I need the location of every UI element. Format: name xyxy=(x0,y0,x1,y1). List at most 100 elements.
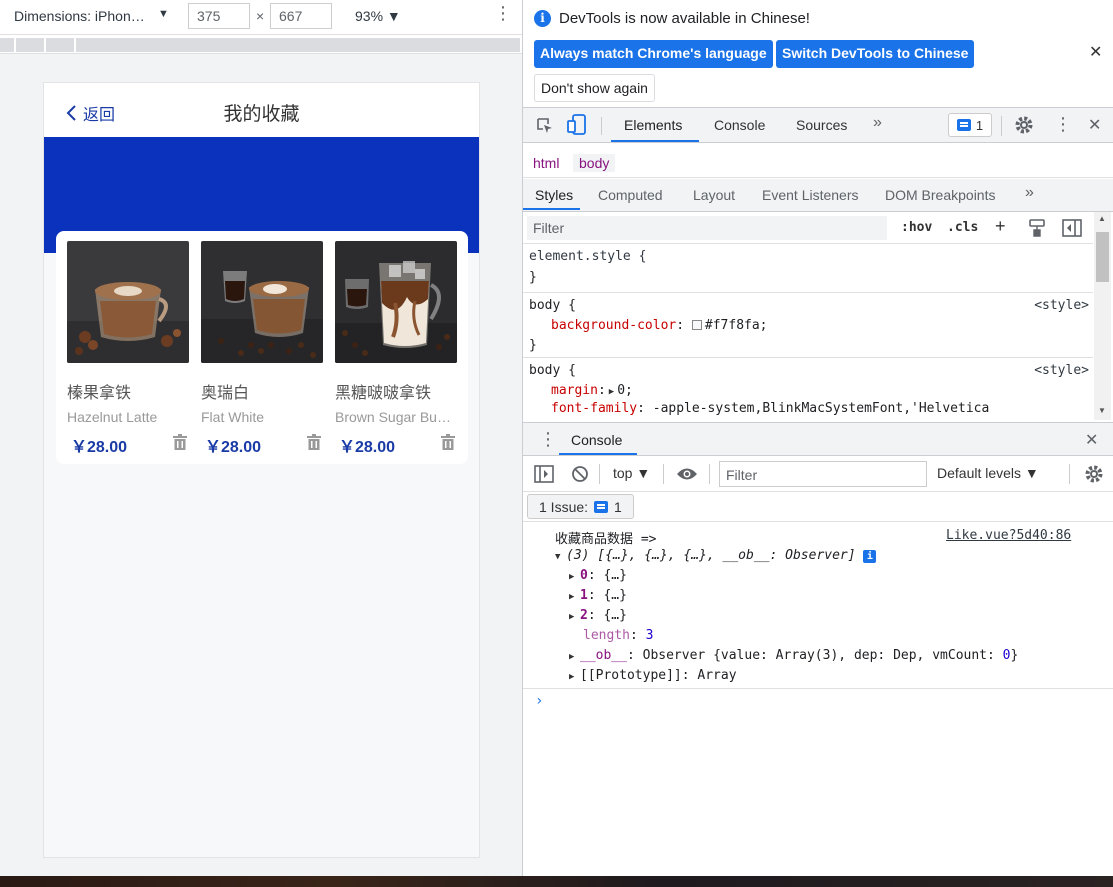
breadcrumb: html body xyxy=(523,148,1113,178)
array-item-row[interactable]: ▶ 0: {…} xyxy=(569,568,627,583)
eye-icon[interactable] xyxy=(676,466,698,482)
length-key: length xyxy=(583,628,630,643)
close-devtools-icon[interactable]: ✕ xyxy=(1088,115,1101,135)
tab-computed[interactable]: Computed xyxy=(598,187,663,203)
drawer-tab-console[interactable]: Console xyxy=(571,432,622,448)
console-settings-icon[interactable] xyxy=(1084,464,1104,484)
css-declaration[interactable]: background-color: #f7f8fa; xyxy=(551,318,768,333)
rule-selector: body { xyxy=(529,298,576,313)
log-array-row[interactable]: ▼ (3) [{…}, {…}, {…}, __ob__: Observer] i xyxy=(555,548,877,563)
hover-state-toggle[interactable]: :hov xyxy=(901,220,932,235)
css-property: background-color xyxy=(551,318,677,333)
gear-icon[interactable] xyxy=(1014,115,1034,135)
issues-badge[interactable]: 1 xyxy=(948,113,992,137)
chevron-down-icon[interactable]: ▼ xyxy=(158,8,169,20)
toolbar-divider xyxy=(601,117,602,135)
language-infobar: i DevTools is now available in Chinese! … xyxy=(523,0,1113,107)
log-levels-select[interactable]: Default levels ▼ xyxy=(937,465,1039,481)
more-tabs-icon[interactable]: » xyxy=(873,114,882,132)
element-style-rule[interactable]: element.style { } xyxy=(523,244,1093,293)
css-declaration[interactable]: margin: ▶ 0; xyxy=(551,383,633,398)
scroll-up-icon[interactable]: ▲ xyxy=(1098,214,1106,223)
breadcrumb-body[interactable]: body xyxy=(573,154,616,172)
close-drawer-icon[interactable]: ✕ xyxy=(1085,430,1098,450)
class-toggle[interactable]: .cls xyxy=(947,220,978,235)
more-options-icon[interactable]: ⋮ xyxy=(1054,114,1072,135)
styles-filter-input[interactable]: Filter xyxy=(527,216,887,240)
tab-dom-breakpoints[interactable]: DOM Breakpoints xyxy=(885,187,995,203)
tab-elements[interactable]: Elements xyxy=(624,117,682,133)
css-value: -apple-system,BlinkMacSystemFont,'Helvet… xyxy=(652,401,990,416)
tab-console[interactable]: Console xyxy=(714,117,765,133)
more-options-icon[interactable]: ⋮ xyxy=(494,4,512,22)
toolbar-divider xyxy=(1001,116,1002,136)
device-toolbar-icon[interactable] xyxy=(567,114,587,136)
tab-event-listeners[interactable]: Event Listeners xyxy=(762,187,859,203)
product-item[interactable]: 黑糖啵啵拿铁 Brown Sugar Bu… ￥28.00 xyxy=(335,241,457,456)
array-item-row[interactable]: ▶ 1: {…} xyxy=(569,588,627,603)
add-rule-icon[interactable]: + xyxy=(995,216,1006,237)
log-source-link[interactable]: Like.vue?5d40:86 xyxy=(946,528,1071,543)
console-output: 收藏商品数据 => Like.vue?5d40:86 ▼ (3) [{…}, {…… xyxy=(523,522,1113,876)
sidebar-toggle-icon[interactable] xyxy=(534,465,554,483)
console-filter-input[interactable]: Filter xyxy=(719,461,927,487)
product-name-cn: 黑糖啵啵拿铁 xyxy=(335,385,432,402)
expand-triangle-icon[interactable]: ▶ xyxy=(606,387,617,397)
trash-icon[interactable] xyxy=(441,434,455,450)
zoom-select[interactable]: 93% ▼ xyxy=(355,8,401,24)
styles-tab-bar: Styles Computed Layout Event Listeners D… xyxy=(523,179,1113,212)
rule-source-link[interactable]: <style> xyxy=(1034,363,1089,378)
product-image-hazelnut-latte[interactable] xyxy=(67,241,189,363)
scrollbar-thumb[interactable] xyxy=(1096,232,1109,282)
dont-show-again-button[interactable]: Don't show again xyxy=(534,74,655,102)
width-input[interactable]: 375 xyxy=(188,3,250,29)
more-tabs-icon[interactable]: » xyxy=(1025,184,1034,202)
prototype-row[interactable]: ▶ [[Prototype]]: Array xyxy=(569,668,737,683)
color-swatch[interactable] xyxy=(691,320,702,330)
media-query-ruler[interactable] xyxy=(0,34,522,54)
styles-scrollbar[interactable]: ▲ ▼ xyxy=(1094,212,1111,420)
observer-row[interactable]: ▶ __ob__: Observer {value: Array(3), dep:… xyxy=(569,648,1018,663)
tab-sources[interactable]: Sources xyxy=(796,117,847,133)
context-select[interactable]: top ▼ xyxy=(613,465,650,481)
breadcrumb-html[interactable]: html xyxy=(527,154,565,172)
expanded-triangle-icon[interactable]: ▼ xyxy=(555,552,566,562)
product-item[interactable]: 奥瑞白 Flat White ￥28.00 xyxy=(201,241,323,456)
collapsed-triangle-icon[interactable]: ▶ xyxy=(569,672,580,682)
context-label: top xyxy=(613,465,633,481)
paint-roller-icon[interactable] xyxy=(1029,219,1045,237)
rule-source-link[interactable]: <style> xyxy=(1034,298,1089,313)
product-image-flat-white[interactable] xyxy=(201,241,323,363)
close-icon[interactable]: ✕ xyxy=(1089,42,1102,62)
console-prompt[interactable]: › xyxy=(523,688,1113,712)
info-icon[interactable]: i xyxy=(863,550,877,563)
collapsed-triangle-icon[interactable]: ▶ xyxy=(569,612,580,622)
device-select[interactable]: Dimensions: iPhon… xyxy=(14,8,145,24)
collapsed-triangle-icon[interactable]: ▶ xyxy=(569,592,580,602)
css-rule-body-background[interactable]: body { <style> background-color: #f7f8fa… xyxy=(523,293,1093,358)
array-item-row[interactable]: ▶ 2: {…} xyxy=(569,608,627,623)
css-rule-body-margin[interactable]: body { <style> margin: ▶ 0; font-family: -… xyxy=(523,358,1093,422)
switch-to-chinese-button[interactable]: Switch DevTools to Chinese xyxy=(776,40,975,68)
product-image-brown-sugar-latte[interactable] xyxy=(335,241,457,363)
times-icon: × xyxy=(256,8,265,24)
drawer-menu-icon[interactable]: ⋮ xyxy=(539,429,557,450)
trash-icon[interactable] xyxy=(307,434,321,450)
always-match-language-button[interactable]: Always match Chrome's language xyxy=(534,40,773,68)
issues-count: 1 xyxy=(614,498,622,515)
collapsed-triangle-icon[interactable]: ▶ xyxy=(569,572,580,582)
css-declaration[interactable]: font-family: -apple-system,BlinkMacSyste… xyxy=(551,401,989,416)
height-input[interactable]: 667 xyxy=(270,3,332,29)
toggle-sidebar-icon[interactable] xyxy=(1062,219,1082,237)
collapsed-triangle-icon[interactable]: ▶ xyxy=(569,652,580,662)
tab-layout[interactable]: Layout xyxy=(693,187,735,203)
clear-console-icon[interactable] xyxy=(571,465,589,483)
product-name-cn: 奥瑞白 xyxy=(201,385,250,402)
issues-button[interactable]: 1 Issue: 1 xyxy=(527,494,634,519)
array-value: {…} xyxy=(603,588,627,603)
tab-styles[interactable]: Styles xyxy=(535,187,573,203)
trash-icon[interactable] xyxy=(173,434,187,450)
scroll-down-icon[interactable]: ▼ xyxy=(1098,406,1106,415)
inspect-element-icon[interactable] xyxy=(535,116,555,136)
product-item[interactable]: 榛果拿铁 Hazelnut Latte ￥28.00 xyxy=(67,241,189,456)
